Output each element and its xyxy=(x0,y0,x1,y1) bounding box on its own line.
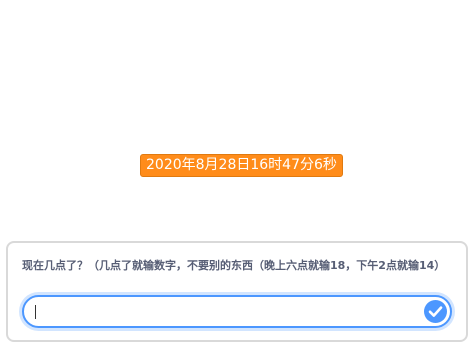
ask-panel: 现在几点了？（几点了就输数字，不要别的东西（晚上六点就输18，下午2点就输14） xyxy=(6,241,468,342)
stage: 2020年8月28日16时47分6秒 现在几点了？（几点了就输数字，不要别的东西… xyxy=(0,0,475,350)
text-caret xyxy=(35,305,36,319)
submit-button[interactable] xyxy=(424,300,447,323)
ask-input-wrapper xyxy=(22,295,452,328)
answer-input[interactable] xyxy=(34,300,414,324)
checkmark-icon xyxy=(428,306,443,317)
say-bubble: 2020年8月28日16时47分6秒 xyxy=(140,154,343,177)
ask-question: 现在几点了？（几点了就输数字，不要别的东西（晚上六点就输18，下午2点就输14） xyxy=(22,259,446,272)
